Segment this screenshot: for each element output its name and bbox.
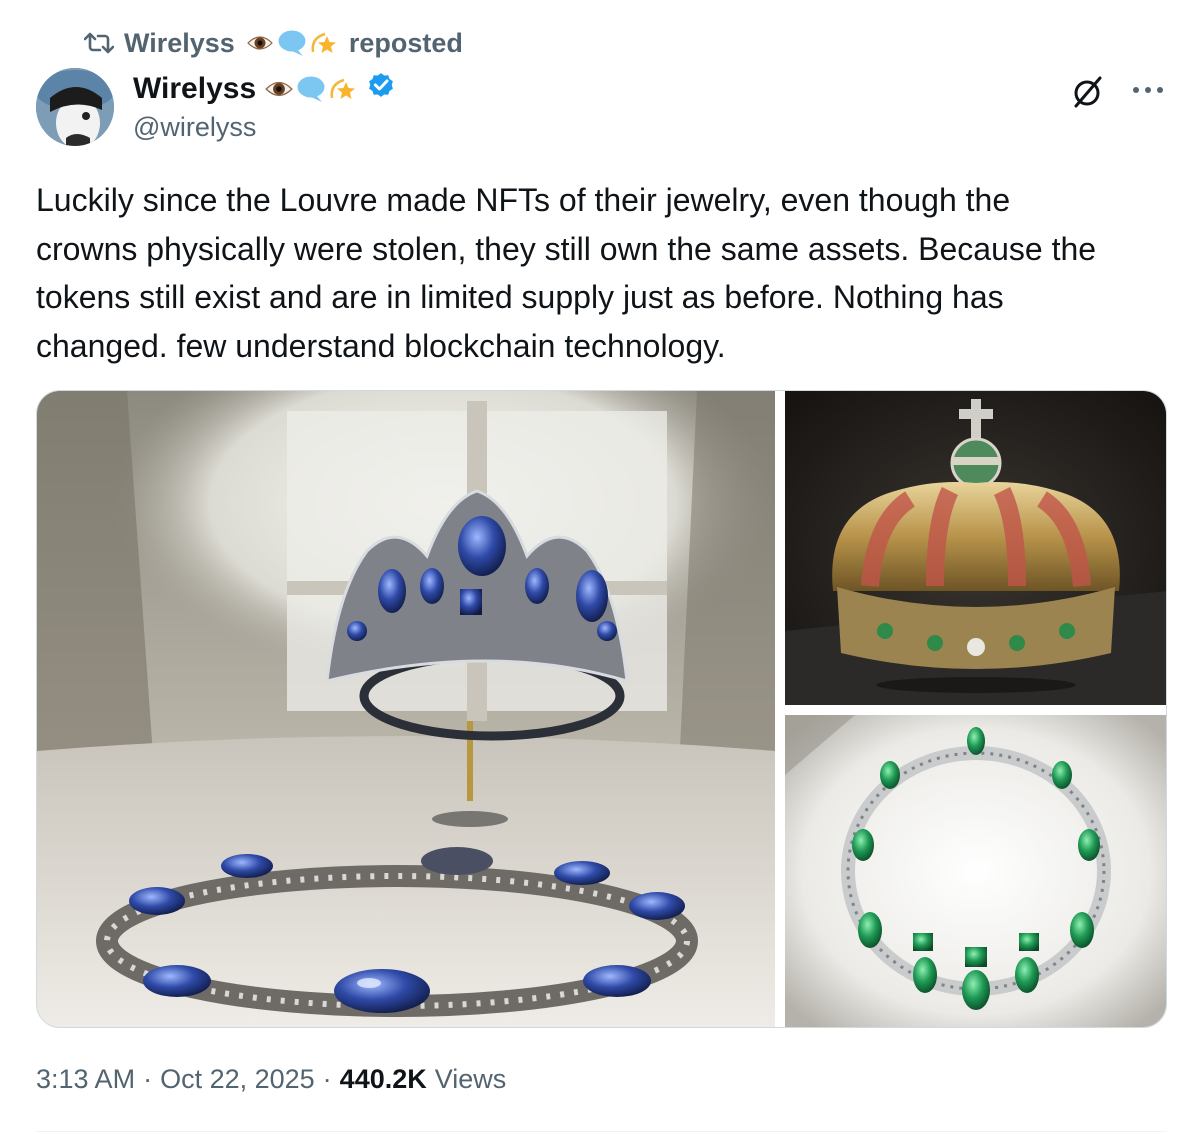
tweet-text-line: Luckily since the Louvre made NFTs of th… xyxy=(36,182,1011,218)
author-emojis xyxy=(264,74,358,104)
dizzy-star-icon xyxy=(328,74,358,104)
tweet-text: Luckily since the Louvre made NFTs of th… xyxy=(36,176,1176,370)
meta-separator: · xyxy=(143,1064,153,1094)
author-display-name[interactable]: Wirelyss xyxy=(133,72,256,106)
verified-badge-icon[interactable] xyxy=(366,70,396,108)
dizzy-star-icon xyxy=(309,28,339,58)
grok-icon[interactable] xyxy=(1066,70,1110,114)
reposter-emojis xyxy=(245,28,339,58)
avatar[interactable] xyxy=(36,68,114,146)
sapphire-tiara-and-necklace-photo[interactable] xyxy=(37,391,775,1027)
divider xyxy=(36,1131,1167,1132)
eye-icon xyxy=(245,28,275,58)
reposter-name[interactable]: Wirelyss xyxy=(124,28,235,59)
tweet-meta: 3:13 AM · Oct 22, 2025 · 440.2K Views xyxy=(36,1064,506,1095)
repost-indicator[interactable]: Wirelyss reposted xyxy=(84,26,463,60)
views-count[interactable]: 440.2K xyxy=(340,1064,427,1095)
speech-bubble-icon xyxy=(296,74,326,104)
tweet-text-line: changed. few understand blockchain techn… xyxy=(36,327,726,364)
speech-bubble-icon xyxy=(277,28,307,58)
tweet-date[interactable]: Oct 22, 2025 xyxy=(160,1064,315,1095)
tweet-text-line: tokens still exist and are in limited su… xyxy=(36,279,1004,315)
tweet-text-line: crowns physically were stolen, they stil… xyxy=(36,230,1097,267)
author-name-row[interactable]: Wirelyss xyxy=(133,70,396,108)
repost-icon xyxy=(84,30,114,56)
emerald-necklace-photo[interactable] xyxy=(785,715,1166,1027)
more-options-icon[interactable] xyxy=(1128,70,1168,110)
gold-crown-photo[interactable] xyxy=(785,391,1166,705)
media-grid xyxy=(36,390,1167,1028)
views-label: Views xyxy=(434,1064,507,1094)
tweet-time[interactable]: 3:13 AM xyxy=(36,1064,135,1095)
author-handle[interactable]: @wirelyss xyxy=(133,112,256,143)
meta-separator: · xyxy=(322,1064,332,1094)
repost-label: reposted xyxy=(348,27,463,58)
eye-icon xyxy=(264,74,294,104)
